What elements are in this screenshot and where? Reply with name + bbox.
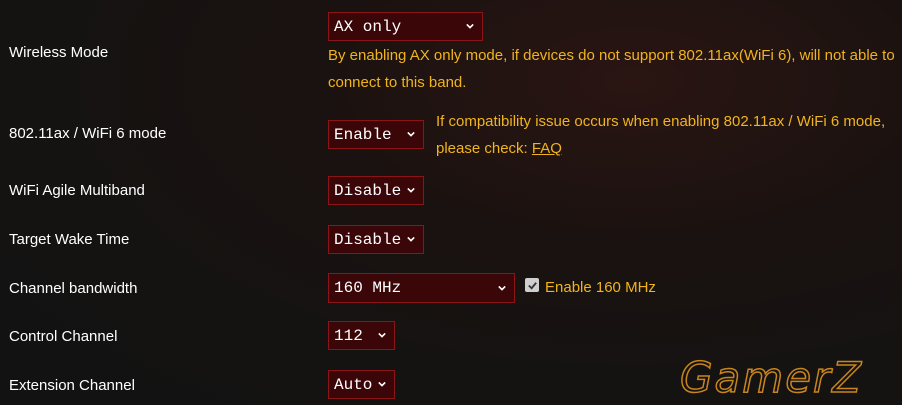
wifi6-mode-note: If compatibility issue occurs when enabl… bbox=[436, 108, 885, 162]
chevron-down-icon bbox=[378, 332, 386, 338]
chevron-down-icon bbox=[378, 381, 386, 387]
wifi6-mode-label: 802.11ax / WiFi 6 mode bbox=[9, 125, 167, 142]
wireless-mode-value: AX only bbox=[334, 17, 402, 36]
target-wake-time-select[interactable]: Disable bbox=[328, 225, 424, 254]
control-channel-value: 112 bbox=[334, 326, 363, 345]
enable-160mhz-checkbox[interactable] bbox=[525, 278, 539, 292]
watermark-text: GamerZ bbox=[680, 353, 863, 400]
checkmark-icon bbox=[527, 281, 537, 290]
faq-link[interactable]: FAQ bbox=[532, 140, 562, 157]
agile-multiband-label: WiFi Agile Multiband bbox=[9, 182, 145, 199]
chevron-down-icon bbox=[498, 285, 506, 291]
wireless-mode-label: Wireless Mode bbox=[9, 44, 109, 61]
target-wake-time-value: Disable bbox=[334, 230, 402, 249]
wifi6-mode-note-prefix: please check: bbox=[436, 140, 532, 157]
wireless-mode-note-line1: By enabling AX only mode, if devices do … bbox=[328, 47, 895, 64]
wireless-mode-note-line2: connect to this band. bbox=[328, 74, 467, 91]
chevron-down-icon bbox=[466, 23, 474, 29]
chevron-down-icon bbox=[407, 131, 415, 137]
target-wake-time-label: Target Wake Time bbox=[9, 231, 130, 248]
wireless-mode-select[interactable]: AX only bbox=[328, 12, 483, 41]
channel-bandwidth-label: Channel bandwidth bbox=[9, 280, 138, 297]
chevron-down-icon bbox=[407, 187, 415, 193]
extension-channel-select[interactable]: Auto bbox=[328, 370, 395, 399]
wireless-mode-note: By enabling AX only mode, if devices do … bbox=[328, 42, 895, 96]
extension-channel-value: Auto bbox=[334, 375, 373, 394]
extension-channel-label: Extension Channel bbox=[9, 377, 135, 394]
enable-160mhz-label: Enable 160 MHz bbox=[545, 279, 656, 296]
chevron-down-icon bbox=[407, 236, 415, 242]
agile-multiband-select[interactable]: Disable bbox=[328, 176, 424, 205]
control-channel-select[interactable]: 112 bbox=[328, 321, 395, 350]
agile-multiband-value: Disable bbox=[334, 181, 402, 200]
channel-bandwidth-value: 160 MHz bbox=[334, 279, 402, 297]
wifi6-mode-value: Enable bbox=[334, 125, 392, 144]
control-channel-label: Control Channel bbox=[9, 328, 118, 345]
wifi6-mode-select[interactable]: Enable bbox=[328, 120, 424, 149]
watermark-logo: GamerZ bbox=[679, 352, 863, 400]
channel-bandwidth-select[interactable]: 160 MHz bbox=[328, 273, 515, 303]
wifi6-mode-note-line1: If compatibility issue occurs when enabl… bbox=[436, 113, 886, 130]
wifi6-mode-note-line2: please check: FAQ bbox=[436, 135, 885, 162]
